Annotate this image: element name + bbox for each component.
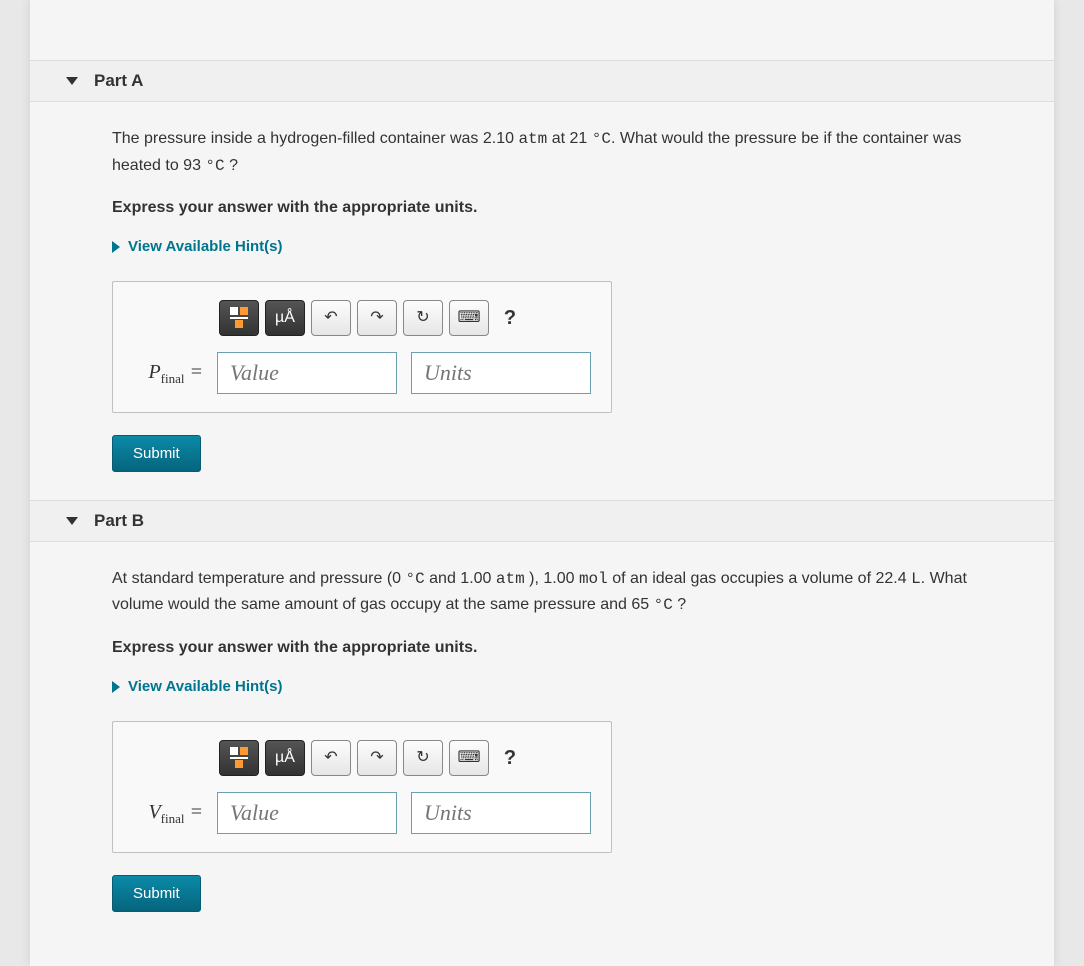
part-b-toolbar: µÅ ↶ ↷ ↻ ⌨ ? [219,740,591,776]
undo-icon: ↶ [324,305,337,331]
part-a-body: The pressure inside a hydrogen-filled co… [30,102,1054,500]
part-b-title: Part B [94,511,144,531]
part-b-header[interactable]: Part B [30,500,1054,542]
part-a-instruction: Express your answer with the appropriate… [112,195,994,221]
part-b-instruction: Express your answer with the appropriate… [112,635,994,661]
part-a-answer-box: µÅ ↶ ↷ ↻ ⌨ ? Pfinal = [112,281,612,413]
hints-label: View Available Hint(s) [128,235,283,259]
part-b-variable-label: Vfinal = [133,796,203,830]
keyboard-icon: ⌨ [457,305,480,331]
caret-right-icon [112,241,120,253]
part-a-toolbar: µÅ ↶ ↷ ↻ ⌨ ? [219,300,591,336]
part-a-units-input[interactable] [411,352,591,394]
redo-button[interactable]: ↷ [357,740,397,776]
part-a-hints-toggle[interactable]: View Available Hint(s) [112,235,994,259]
part-b-body: At standard temperature and pressure (0 … [30,542,1054,940]
help-button[interactable]: ? [495,302,525,334]
redo-button[interactable]: ↷ [357,300,397,336]
keyboard-button[interactable]: ⌨ [449,740,489,776]
redo-icon: ↷ [370,745,383,771]
part-b-input-row: Vfinal = [133,792,591,834]
keyboard-icon: ⌨ [457,745,480,771]
caret-down-icon [66,517,78,525]
part-b-value-input[interactable] [217,792,397,834]
fraction-template-icon [230,307,248,328]
reset-icon: ↻ [416,305,429,331]
reset-icon: ↻ [416,745,429,771]
part-b-question: At standard temperature and pressure (0 … [112,566,994,619]
undo-icon: ↶ [324,745,337,771]
undo-button[interactable]: ↶ [311,300,351,336]
part-a-variable-label: Pfinal = [133,356,203,390]
reset-button[interactable]: ↻ [403,300,443,336]
part-b-units-input[interactable] [411,792,591,834]
part-b-submit-button[interactable]: Submit [112,875,201,912]
undo-button[interactable]: ↶ [311,740,351,776]
keyboard-button[interactable]: ⌨ [449,300,489,336]
exercise-panel: Part A The pressure inside a hydrogen-fi… [30,0,1054,966]
part-a-input-row: Pfinal = [133,352,591,394]
templates-button[interactable] [219,300,259,336]
redo-icon: ↷ [370,305,383,331]
part-b-answer-box: µÅ ↶ ↷ ↻ ⌨ ? Vfinal = [112,721,612,853]
caret-right-icon [112,681,120,693]
part-a-title: Part A [94,71,143,91]
part-a-question: The pressure inside a hydrogen-filled co… [112,126,994,179]
templates-button[interactable] [219,740,259,776]
help-button[interactable]: ? [495,742,525,774]
hints-label: View Available Hint(s) [128,675,283,699]
reset-button[interactable]: ↻ [403,740,443,776]
units-button[interactable]: µÅ [265,300,305,336]
part-a-value-input[interactable] [217,352,397,394]
units-button[interactable]: µÅ [265,740,305,776]
part-a-submit-button[interactable]: Submit [112,435,201,472]
fraction-template-icon [230,747,248,768]
part-a-header[interactable]: Part A [30,60,1054,102]
caret-down-icon [66,77,78,85]
part-b-hints-toggle[interactable]: View Available Hint(s) [112,675,994,699]
